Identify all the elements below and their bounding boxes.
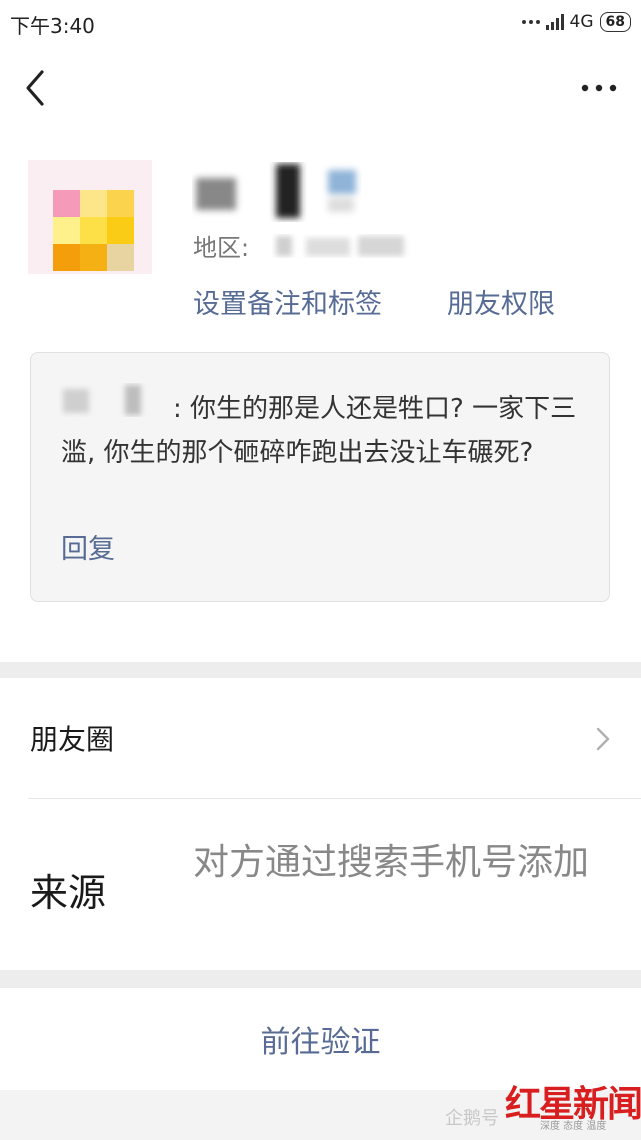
nickname-blurred xyxy=(196,164,356,218)
avatar-pixel xyxy=(80,217,107,244)
avatar-pixel xyxy=(107,244,134,271)
avatar-pixel xyxy=(107,190,134,217)
signal-icon xyxy=(545,14,564,30)
row-divider xyxy=(28,798,641,799)
chevron-left-icon xyxy=(26,70,44,106)
avatar-pixel xyxy=(107,217,134,244)
avatar-pixel xyxy=(80,190,107,217)
more-button[interactable] xyxy=(577,72,621,104)
watermark-slogan: 深度 态度 温度 xyxy=(540,1121,607,1132)
avatar[interactable] xyxy=(28,160,152,274)
status-icons: 4G 68 xyxy=(521,10,631,34)
avatar-pixel xyxy=(53,244,80,271)
avatar-pixel xyxy=(53,217,80,244)
section-separator xyxy=(0,970,641,988)
notification-dots-icon xyxy=(521,20,540,24)
verification-message-text: : 你生的那是人还是牲口? 一家下三滥, 你生的那个砸碎咋跑出去没让车碾死? xyxy=(61,394,577,468)
moments-row[interactable]: 朋友圈 xyxy=(0,678,641,798)
reply-button[interactable]: 回复 xyxy=(61,527,115,566)
source-value: 对方通过搜索手机号添加 xyxy=(193,842,590,883)
friend-permission-link[interactable]: 朋友权限 xyxy=(447,282,555,321)
nav-bar xyxy=(0,50,641,126)
verification-message-card: : 你生的那是人还是牲口? 一家下三滥, 你生的那个砸碎咋跑出去没让车碾死? 回… xyxy=(30,352,610,602)
avatar-pixel xyxy=(53,190,80,217)
status-time: 下午3:40 xyxy=(10,14,95,38)
back-button[interactable] xyxy=(22,68,54,108)
region-label: 地区: xyxy=(193,234,250,262)
watermark-left: 企鹅号 xyxy=(445,1108,499,1129)
source-label: 来源 xyxy=(30,871,107,915)
chevron-right-icon xyxy=(596,727,610,751)
set-remark-tags-link[interactable]: 设置备注和标签 xyxy=(193,282,382,321)
status-bar: 下午3:40 4G 68 xyxy=(0,0,641,44)
network-type: 4G xyxy=(569,12,594,32)
avatar-pixel xyxy=(80,244,107,271)
battery-icon: 68 xyxy=(599,12,631,32)
section-separator xyxy=(0,662,641,678)
region-value-blurred xyxy=(276,236,404,256)
moments-label: 朋友圈 xyxy=(30,723,115,756)
more-horizontal-icon xyxy=(581,84,617,92)
